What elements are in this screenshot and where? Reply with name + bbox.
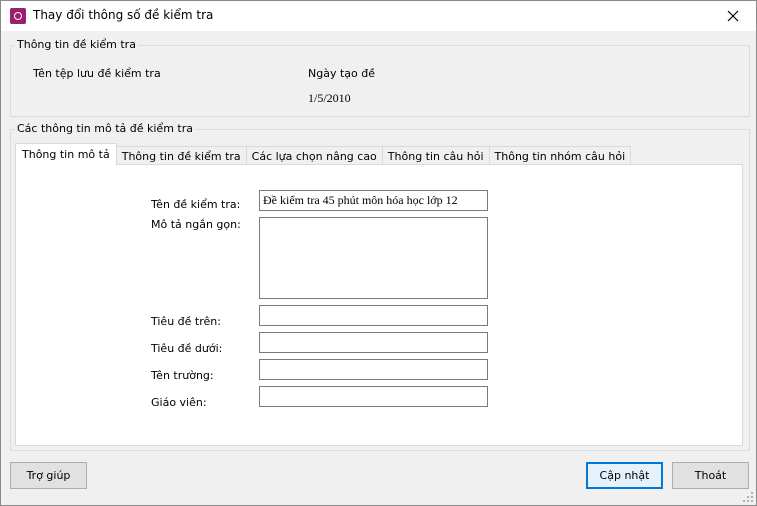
- tab-strip: Thông tin mô tả Thông tin đề kiểm tra Cá…: [15, 143, 632, 165]
- school-name-label: Tên trường:: [151, 369, 214, 382]
- test-name-value: Đề kiểm tra 45 phút môn hóa học lớp 12: [263, 193, 458, 207]
- short-description-textarea[interactable]: [259, 217, 488, 299]
- resize-grip-icon[interactable]: [742, 491, 754, 503]
- window-title: Thay đổi thông số đề kiểm tra: [33, 8, 214, 22]
- tab-description-info[interactable]: Thông tin mô tả: [15, 143, 117, 165]
- close-button[interactable]: [710, 1, 756, 31]
- dialog-window: Thay đổi thông số đề kiểm tra Thông tin …: [0, 0, 757, 506]
- app-logo-icon: [10, 8, 26, 24]
- created-date-label: Ngày tạo đề: [308, 67, 375, 80]
- info-group-legend: Thông tin đề kiểm tra: [15, 38, 138, 51]
- close-icon: [727, 10, 739, 22]
- tab-question-group-info[interactable]: Thông tin nhóm câu hỏi: [488, 146, 632, 165]
- bottom-title-label: Tiêu đề dưới:: [151, 342, 223, 355]
- file-name-label: Tên tệp lưu đề kiểm tra: [33, 67, 161, 80]
- title-bar: Thay đổi thông số đề kiểm tra: [1, 1, 756, 31]
- short-description-label: Mô tả ngắn gọn:: [151, 218, 241, 231]
- tab-question-info[interactable]: Thông tin câu hỏi: [381, 146, 490, 165]
- update-button[interactable]: Cập nhật: [586, 462, 663, 489]
- test-name-label: Tên đề kiểm tra:: [151, 198, 241, 211]
- test-name-input[interactable]: Đề kiểm tra 45 phút môn hóa học lớp 12: [259, 190, 488, 211]
- help-button[interactable]: Trợ giúp: [10, 462, 87, 489]
- exit-button[interactable]: Thoát: [672, 462, 749, 489]
- tab-test-info[interactable]: Thông tin đề kiểm tra: [115, 146, 247, 165]
- description-group-legend: Các thông tin mô tả đề kiểm tra: [15, 122, 195, 135]
- top-title-label: Tiêu đề trên:: [151, 315, 221, 328]
- top-title-input[interactable]: [259, 305, 488, 326]
- school-name-input[interactable]: [259, 359, 488, 380]
- tab-advanced-options[interactable]: Các lựa chọn nâng cao: [245, 146, 383, 165]
- teacher-label: Giáo viên:: [151, 396, 207, 409]
- created-date-value: 1/5/2010: [308, 91, 351, 105]
- teacher-input[interactable]: [259, 386, 488, 407]
- bottom-title-input[interactable]: [259, 332, 488, 353]
- info-groupbox: [10, 45, 750, 117]
